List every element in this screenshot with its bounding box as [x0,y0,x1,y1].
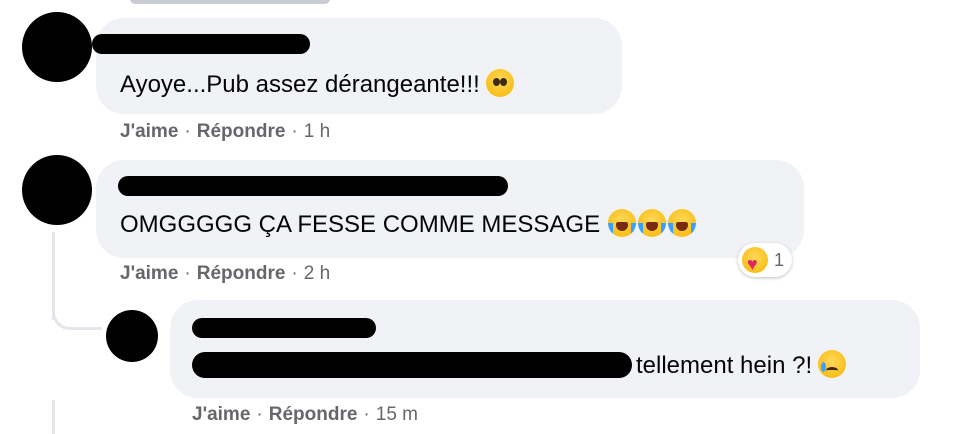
comment-bubble [170,300,920,398]
redacted-author-name[interactable] [192,318,376,338]
comment-text: tellement hein ?! [636,350,847,381]
timestamp[interactable]: 15 m [376,404,418,425]
comment-text-content: tellement hein ?! [636,352,813,379]
thread-connector-branch [52,300,102,330]
comment-text: OMGGGGG ÇA FESSE COMME MESSAGE [120,209,697,240]
redacted-mention[interactable] [192,352,632,378]
reply-button[interactable]: Répondre [197,263,286,284]
comment-actions: J'aime · Répondre · 2 h [120,263,330,285]
thread-connector-line [52,400,55,434]
reaction-summary[interactable]: 1 [738,243,793,277]
avatar[interactable] [22,12,92,82]
comment-text-content: Ayoye...Pub assez dérangeante!!! [120,71,480,98]
separator: · [291,263,298,284]
redacted-author-name[interactable] [118,176,508,196]
sob-face-icon [608,209,637,237]
reply-button[interactable]: Répondre [197,121,286,142]
redacted-author-name[interactable] [92,34,310,54]
comment-actions: J'aime · Répondre · 1 h [120,121,330,143]
avatar[interactable] [106,310,158,362]
reaction-count: 1 [774,249,785,270]
comment-actions: J'aime · Répondre · 15 m [192,404,418,426]
like-button[interactable]: J'aime [192,404,250,425]
previous-comment-meta-cut [130,0,330,4]
separator: · [256,404,263,425]
sob-face-icon [638,209,667,237]
comment-text: Ayoye...Pub assez dérangeante!!! [120,69,514,100]
comment-thread: Ayoye...Pub assez dérangeante!!! J'aime ·… [0,0,980,434]
timestamp[interactable]: 1 h [304,121,330,142]
like-button[interactable]: J'aime [120,263,178,284]
separator: · [184,121,191,142]
avatar[interactable] [22,155,92,225]
crying-face-icon [818,350,847,378]
like-button[interactable]: J'aime [120,121,178,142]
timestamp[interactable]: 2 h [304,263,330,284]
pleading-face-icon [485,69,514,97]
separator: · [291,121,298,142]
separator: · [363,404,370,425]
separator: · [184,263,191,284]
sob-face-icon [668,209,697,237]
reply-button[interactable]: Répondre [269,404,358,425]
care-reaction-icon [742,247,768,273]
comment-text-content: OMGGGGG ÇA FESSE COMME MESSAGE [120,211,601,238]
